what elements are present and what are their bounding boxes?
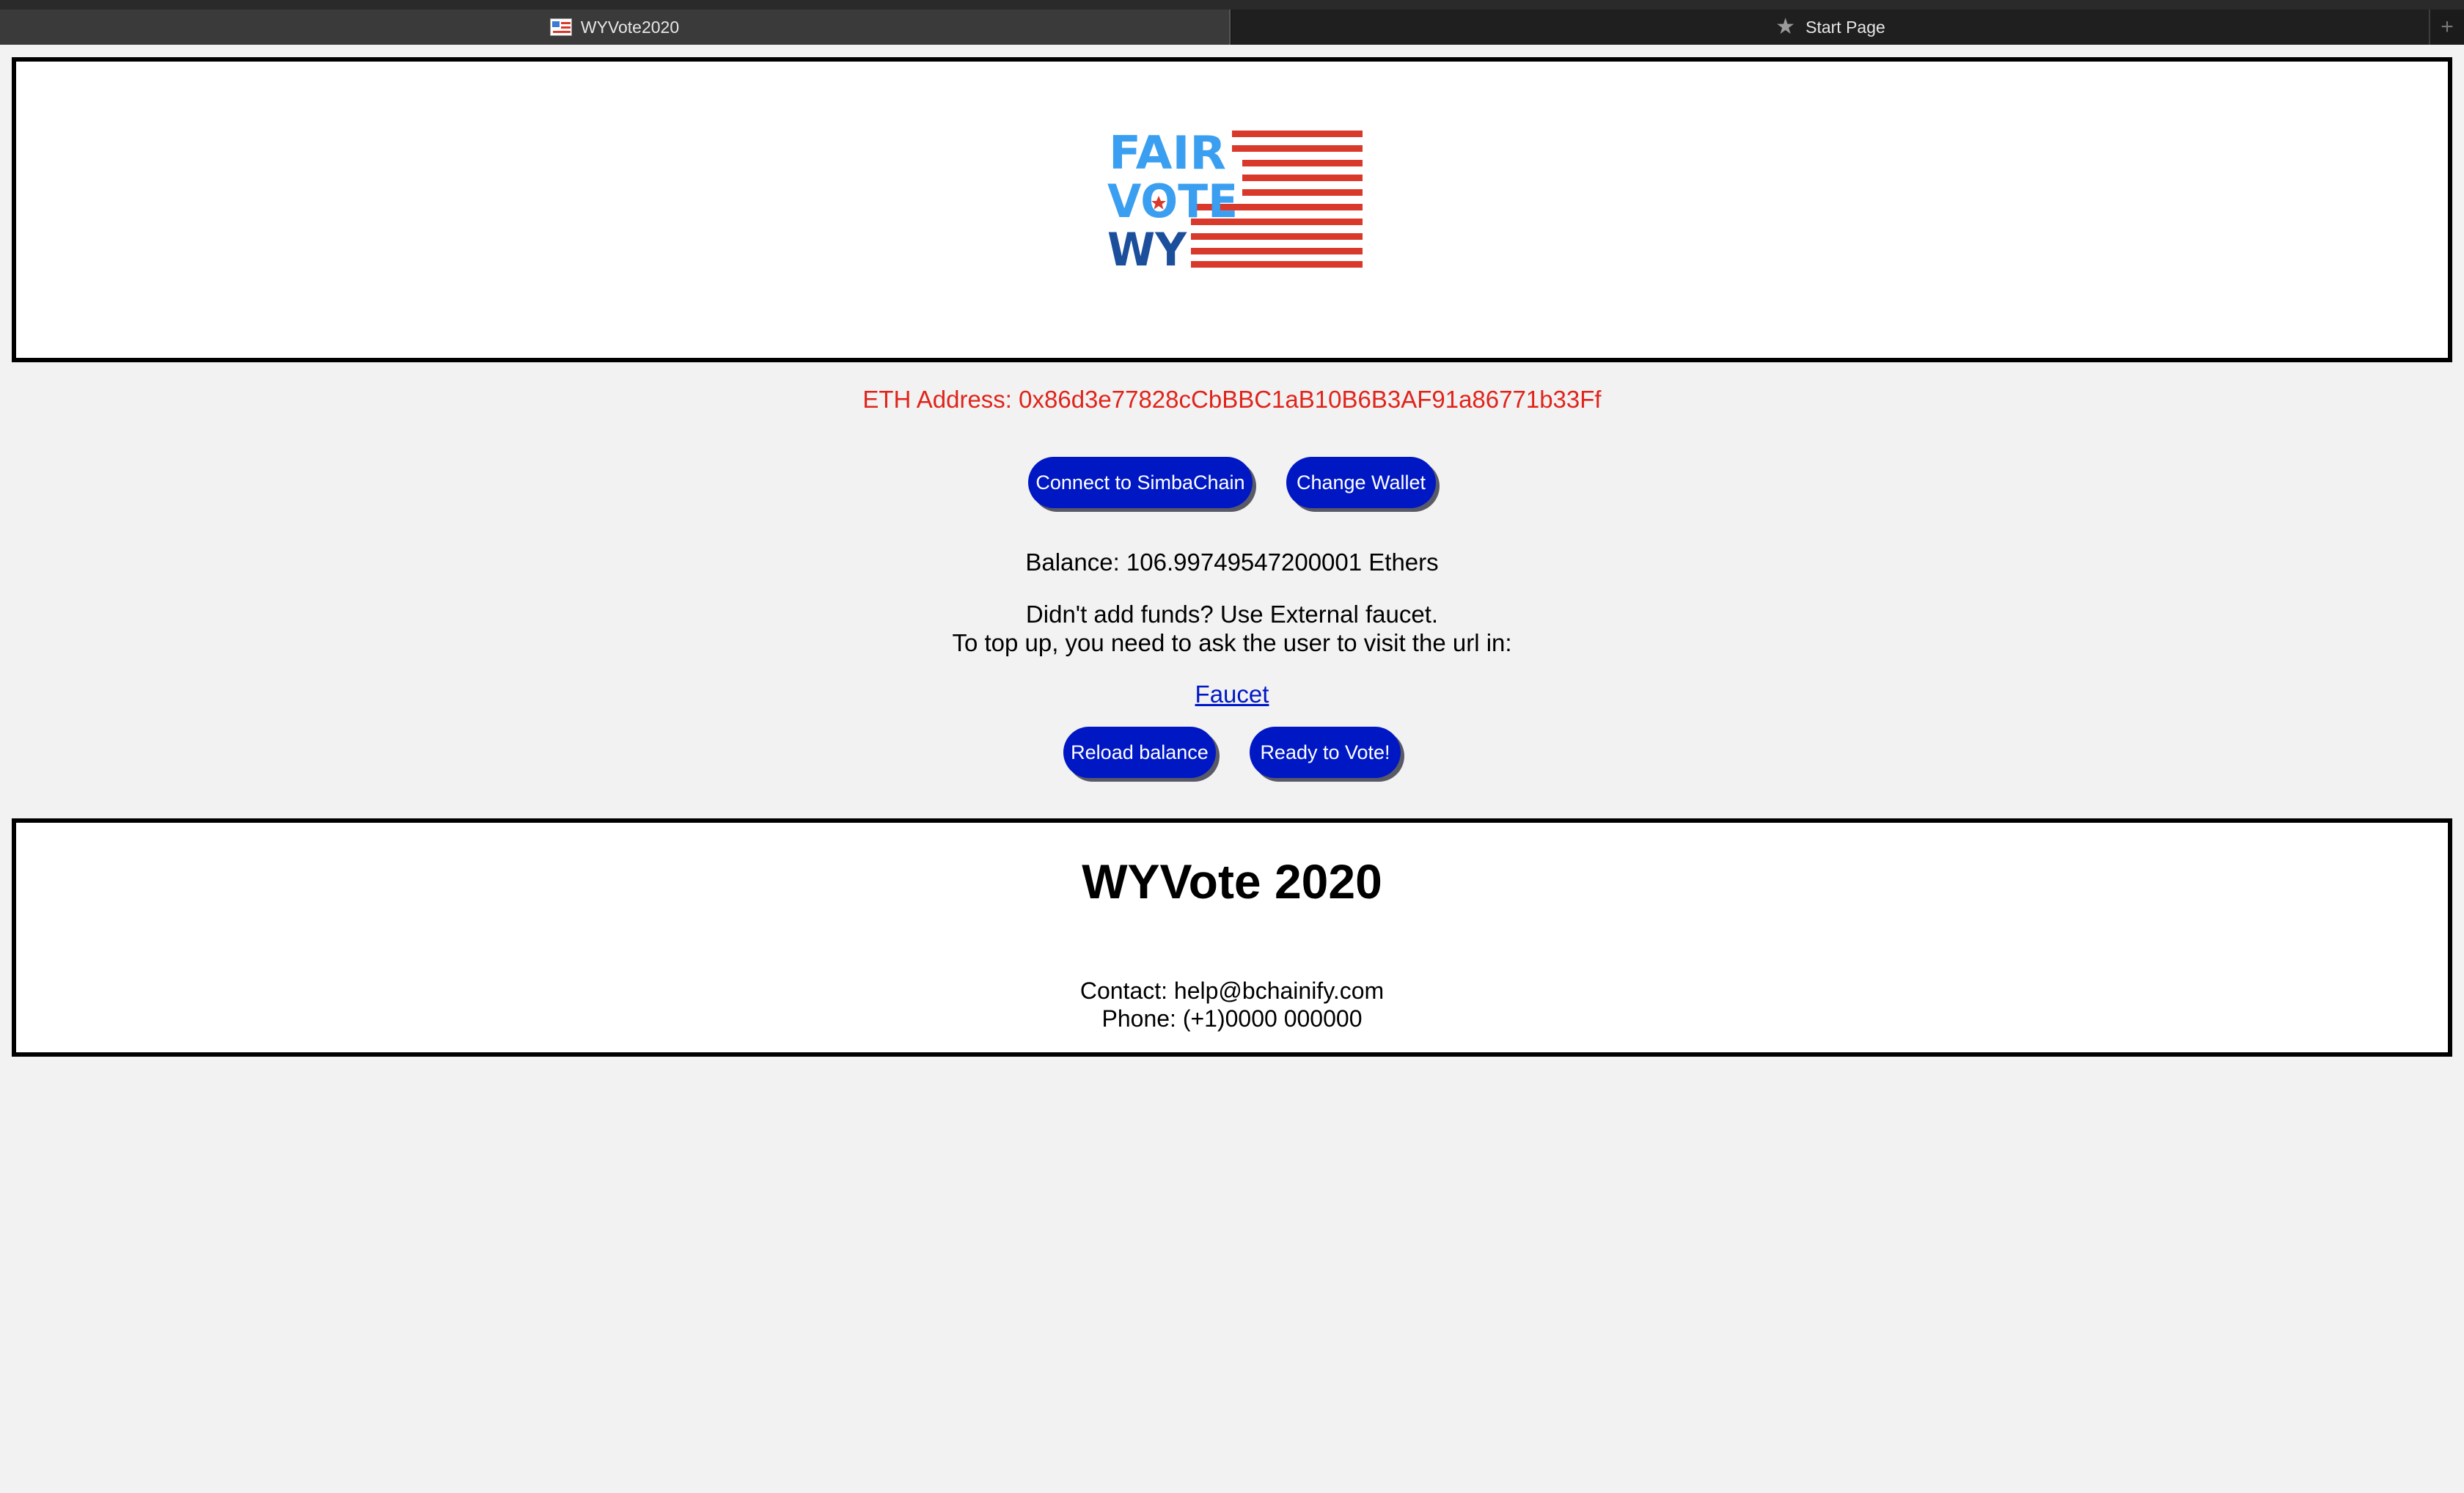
faucet-link[interactable]: Faucet [1195, 681, 1269, 708]
tab-label: WYVote2020 [580, 17, 680, 37]
footer: WYVote 2020 Contact: help@bchainify.com … [12, 818, 2452, 1057]
logo-word-fair: FAIR [1109, 131, 1226, 180]
reload-balance-button[interactable]: Reload balance [1063, 727, 1216, 778]
wallet-button-row: Connect to SimbaChain Change Wallet [0, 457, 2464, 508]
footer-contact-block: Contact: help@bchainify.com Phone: (+1)0… [16, 977, 2448, 1032]
window-top-edge [0, 0, 2464, 10]
logo-word-wy: WY [1107, 223, 1187, 276]
balance-text: Balance: 106.99749547200001 Ethers [1025, 549, 1439, 576]
eth-address: ETH Address: 0x86d3e77828cCbBBC1aB10B6B3… [862, 386, 1602, 413]
change-wallet-button[interactable]: Change Wallet [1286, 457, 1436, 508]
flag-favicon-icon [549, 18, 572, 36]
fair-vote-wy-logo: FAIR VOTE WY [1107, 131, 1363, 276]
faucet-message-line2: To top up, you need to ask the user to v… [952, 629, 1512, 656]
ready-to-vote-button[interactable]: Ready to Vote! [1250, 727, 1401, 778]
star-icon: ★ [1775, 15, 1796, 39]
contact-email: Contact: help@bchainify.com [1079, 977, 1385, 1004]
tab-wyvote2020[interactable]: WYVote2020 [0, 10, 1231, 45]
faucet-message-line1: Didn't add funds? Use External faucet. [1025, 601, 1439, 628]
logo-word-vote: VOTE [1107, 175, 1238, 228]
contact-phone: Phone: (+1)0000 000000 [1101, 1005, 1363, 1032]
footer-title: WYVote 2020 [1082, 854, 1382, 909]
tab-label: Start Page [1805, 17, 1885, 37]
connect-simbachain-button[interactable]: Connect to SimbaChain [1028, 457, 1253, 508]
new-tab-plus-icon[interactable]: + [2430, 10, 2464, 45]
action-button-row: Reload balance Ready to Vote! [0, 727, 2464, 778]
tab-bar: WYVote2020 ★ Start Page + [0, 10, 2464, 45]
tab-start-page[interactable]: ★ Start Page [1232, 10, 2430, 45]
header-banner: FAIR VOTE WY [12, 57, 2452, 362]
faucet-message: Didn't add funds? Use External faucet. T… [0, 600, 2464, 657]
faucet-link-container: Faucet [0, 681, 2464, 708]
